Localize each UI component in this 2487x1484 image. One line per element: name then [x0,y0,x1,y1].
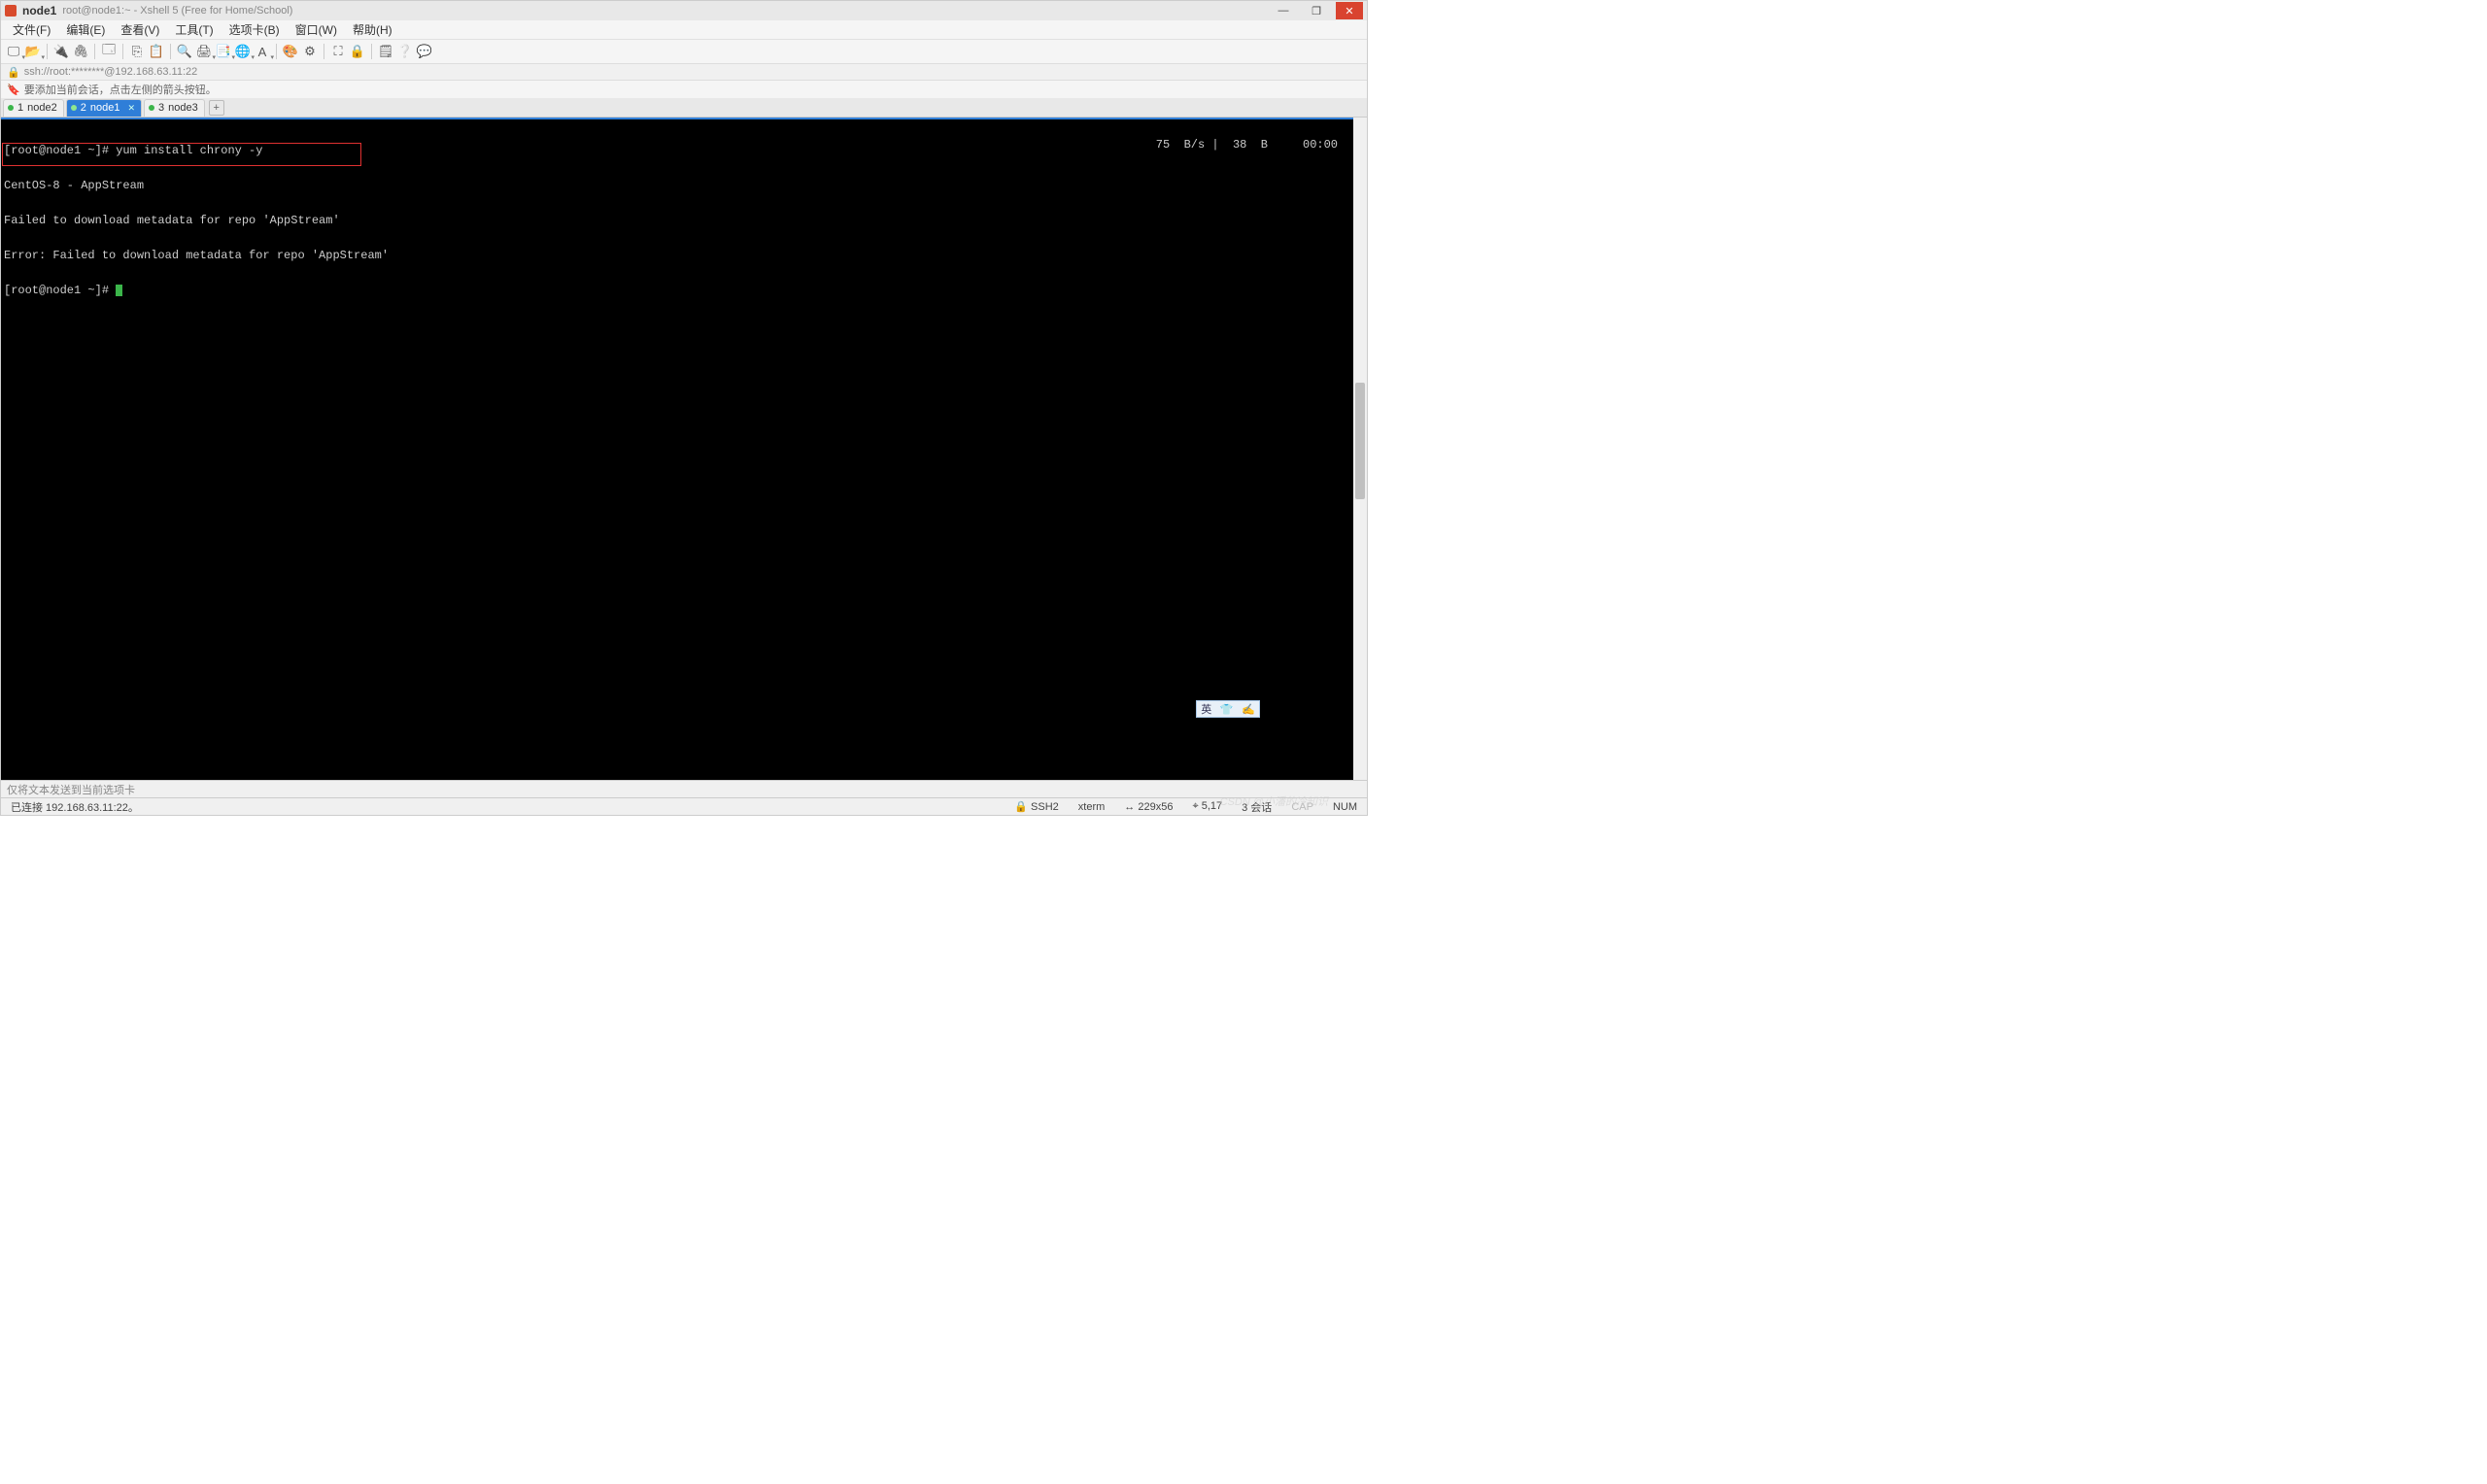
hint-text: 要添加当前会话，点击左侧的箭头按钮。 [24,82,217,97]
lock-icon[interactable]: 🔒 [349,43,366,60]
scrollbar-thumb[interactable] [1355,383,1365,499]
tab-node3[interactable]: 3 node3 [144,99,205,117]
status-cap: CAP [1287,801,1317,813]
terminal-line: Error: Failed to download metadata for r… [4,250,1367,261]
cursor [116,285,122,296]
title-session: node1 [22,4,56,17]
tab-label: node3 [168,102,198,114]
menu-tools[interactable]: 工具(T) [169,19,219,40]
log-icon[interactable]: 🗒 [377,43,394,60]
status-cursor: ⌖ 5,17 [1188,800,1226,813]
tab-node2[interactable]: 1 node2 [3,99,64,117]
reconnect-icon[interactable]: 🔌 [52,43,70,60]
font-icon[interactable]: A [254,43,271,60]
ime-pen-icon[interactable]: ✍ [1242,703,1255,716]
toolbar: 🖵 📂 🔌 🖇 🗔 ⎘ 📋 🔍 🖨 📑 🌐 A 🎨 ⚙ ⛶ 🔒 🗒 ❔ 💬 [1,40,1367,63]
print-icon[interactable]: 🖨 [195,43,213,60]
disconnect-icon[interactable]: 🖇 [72,43,89,60]
paste-icon[interactable]: 📋 [148,43,165,60]
terminal[interactable]: [root@node1 ~]# yum install chrony -y Ce… [1,118,1367,780]
add-tab-button[interactable]: + [209,100,224,116]
menu-help[interactable]: 帮助(H) [347,19,398,40]
hint-bar: 🔖 要添加当前会话，点击左侧的箭头按钮。 [1,81,1367,98]
open-icon[interactable]: 📂 [24,43,42,60]
vertical-scrollbar[interactable] [1353,118,1367,780]
menu-window[interactable]: 窗口(W) [290,19,343,40]
menu-file[interactable]: 文件(F) [7,19,56,40]
new-session-icon[interactable]: 🖵 [5,43,22,60]
compose-input-bar[interactable]: 仅将文本发送到当前选项卡 [1,780,1367,797]
ime-shirt-icon[interactable]: 👕 [1220,703,1234,716]
clipboard-icon[interactable]: 📑 [215,43,232,60]
status-ssh: 🔒 SSH2 [1010,800,1063,813]
bookmark-icon[interactable]: 🔖 [7,84,20,96]
tab-label: node1 [90,102,120,114]
fullscreen-icon[interactable]: ⛶ [329,43,347,60]
status-term: xterm [1074,801,1109,813]
ime-floating-bar[interactable]: 英 👕 ✍ [1196,700,1260,718]
menubar: 文件(F) 编辑(E) 查看(V) 工具(T) 选项卡(B) 窗口(W) 帮助(… [1,20,1367,40]
tab-node1[interactable]: 2 node1 ✕ [66,99,142,117]
tab-close-icon[interactable]: ✕ [127,103,135,114]
copy-icon[interactable]: ⎘ [128,43,146,60]
status-size: ↔ 229x56 [1120,801,1176,813]
ime-lang[interactable]: 英 [1201,701,1211,717]
properties-icon[interactable]: 🗔 [100,43,118,60]
status-dot-icon [8,105,14,111]
app-icon [5,5,17,17]
tab-bar: 1 node2 2 node1 ✕ 3 node3 + [1,98,1367,118]
maximize-button[interactable]: ❐ [1303,2,1330,19]
help-icon[interactable]: ❔ [396,43,414,60]
close-button[interactable]: ✕ [1336,2,1363,19]
terminal-prompt-line: [root@node1 ~]# [4,285,1367,296]
address-text[interactable]: ssh://root:********@192.168.63.11:22 [24,66,198,78]
status-connection: 已连接 192.168.63.11:22。 [7,799,143,815]
status-num: NUM [1329,801,1361,813]
menu-view[interactable]: 查看(V) [115,19,165,40]
menu-edit[interactable]: 编辑(E) [60,19,111,40]
download-stats: 75 B/s | 38 B 00:00 [1156,139,1338,151]
globe-icon[interactable]: 🌐 [234,43,252,60]
status-dot-icon [149,105,154,111]
terminal-line: CentOS-8 - AppStream [4,180,1367,191]
tab-label: node2 [27,102,57,114]
find-icon[interactable]: 🔍 [176,43,193,60]
gear-icon[interactable]: ⚙ [301,43,319,60]
chat-icon[interactable]: 💬 [416,43,433,60]
menu-tabs[interactable]: 选项卡(B) [223,19,286,40]
lock-small-icon: 🔒 [7,66,20,79]
status-sessions: 3 会话 [1238,799,1276,815]
status-dot-icon [71,105,77,111]
titlebar: node1 root@node1:~ - Xshell 5 (Free for … [1,1,1367,20]
address-bar: 🔒 ssh://root:********@192.168.63.11:22 [1,63,1367,81]
palette-icon[interactable]: 🎨 [282,43,299,60]
status-bar: 已连接 192.168.63.11:22。 🔒 SSH2 xterm ↔ 229… [1,797,1367,815]
minimize-button[interactable]: — [1270,2,1297,19]
title-rest: root@node1:~ - Xshell 5 (Free for Home/S… [62,5,292,17]
terminal-line: Failed to download metadata for repo 'Ap… [4,215,1367,226]
